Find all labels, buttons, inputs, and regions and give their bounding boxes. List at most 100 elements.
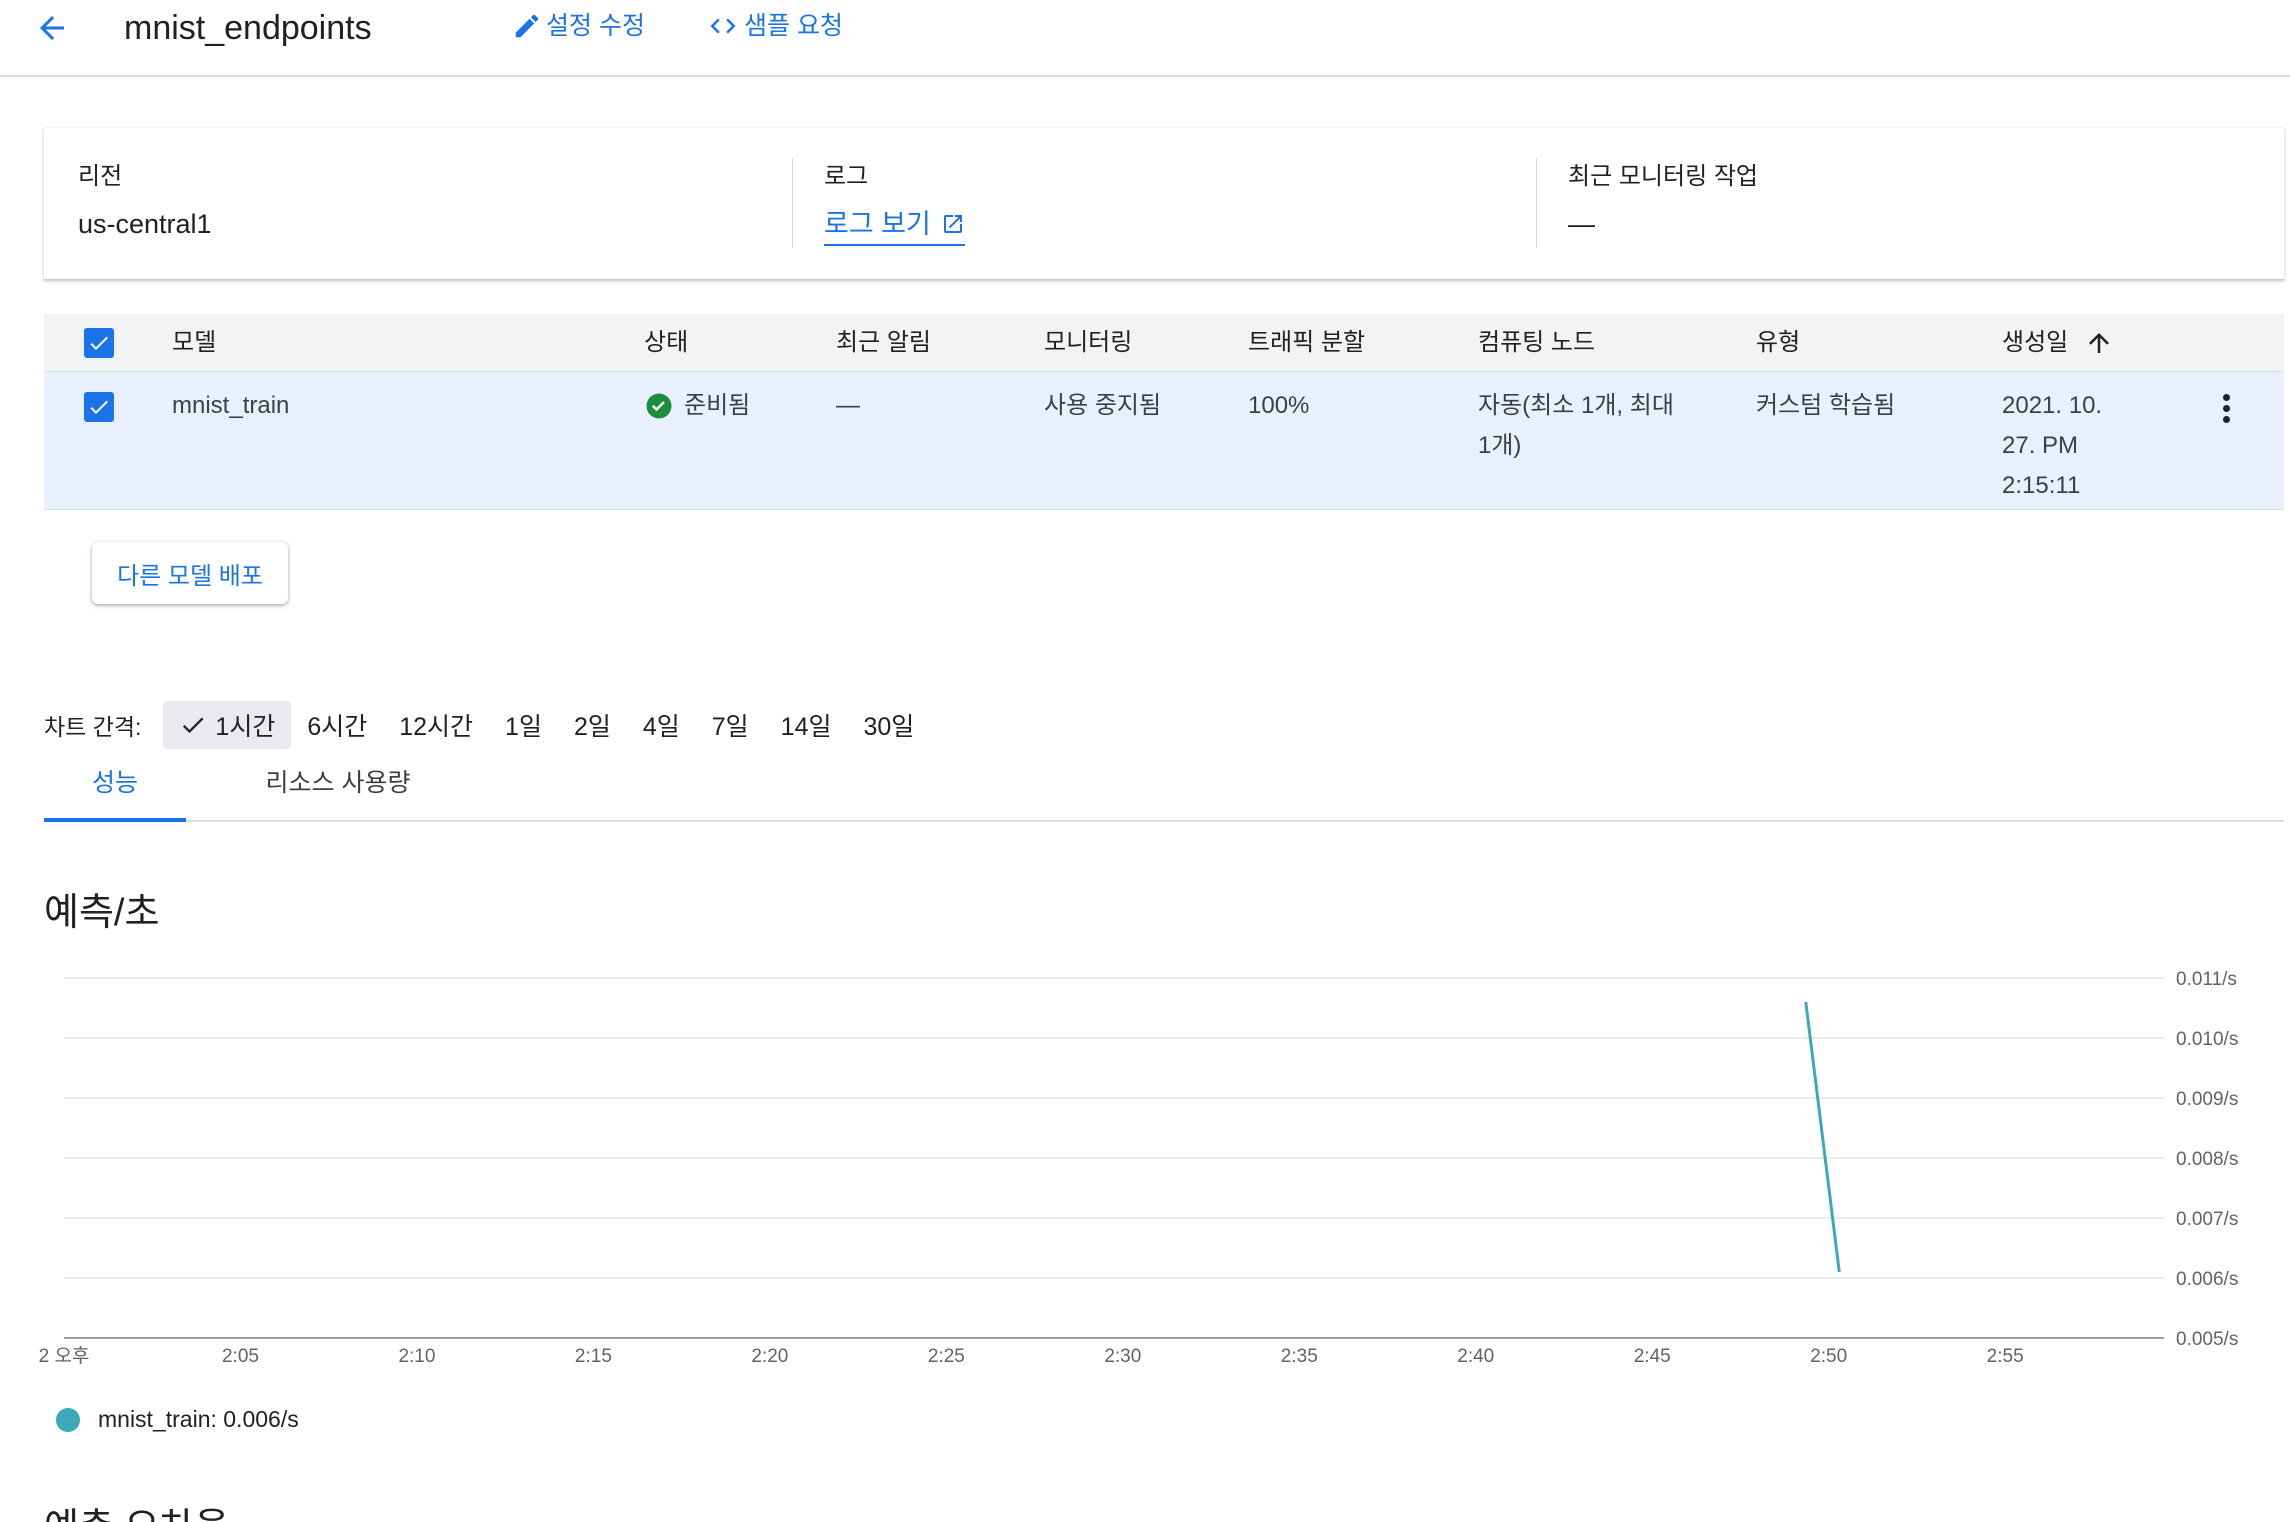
interval-option-1h[interactable]: 1시간 — [163, 701, 292, 749]
legend-series-entry: mnist_train: 0.006/s — [98, 1406, 299, 1433]
col-monitoring[interactable]: 모니터링 — [1044, 323, 1132, 363]
compute-nodes-line2: 1개) — [1478, 432, 1522, 459]
monitoring-info: 최근 모니터링 작업 — — [1568, 160, 1758, 244]
x-tick-label: 2:25 — [928, 1346, 965, 1367]
traffic-split: 100% — [1248, 392, 1310, 419]
y-tick-label: 0.008/s — [2176, 1149, 2238, 1170]
info-divider — [792, 158, 793, 248]
region-info: 리전 us-central1 — [78, 160, 212, 244]
log-label: 로그 — [824, 163, 869, 190]
x-tick-label: 2:30 — [1104, 1346, 1141, 1367]
select-all-checkbox[interactable] — [84, 328, 114, 358]
deploy-another-model-button[interactable]: 다른 모델 배포 — [92, 542, 288, 604]
pencil-icon — [515, 14, 539, 38]
edit-settings-label: 설정 수정 — [546, 12, 645, 40]
col-status[interactable]: 상태 — [644, 323, 688, 363]
back-button[interactable] — [30, 6, 74, 50]
table-header: 모델 상태 최근 알림 모니터링 트래픽 분할 컴퓨팅 노드 유형 생성일 — [44, 314, 2284, 372]
check-icon — [183, 717, 204, 734]
region-value: us-central1 — [78, 209, 212, 239]
compute-nodes-line1: 자동(최소 1개, 최대 — [1478, 392, 1674, 419]
model-type: 커스텀 학습됨 — [1756, 392, 1896, 419]
page-header: mnist_endpoints 설정 수정 샘플 요청 — [0, 0, 2290, 77]
created-date-line2: 27. PM — [2002, 432, 2079, 459]
interval-option-label: 1시간 — [215, 713, 276, 741]
x-tick-label: 2:50 — [1810, 1346, 1847, 1367]
created-date-line1: 2021. 10. — [2002, 392, 2103, 419]
external-link-icon — [943, 215, 962, 233]
col-created[interactable]: 생성일 — [2002, 323, 2114, 363]
view-logs-label: 로그 보기 — [824, 209, 931, 239]
status-badge: 준비됨 — [644, 386, 750, 426]
tab-performance[interactable]: 성능 — [44, 760, 186, 822]
x-tick-label: 2:05 — [222, 1346, 259, 1367]
deployed-models-table: 모델 상태 최근 알림 모니터링 트래픽 분할 컴퓨팅 노드 유형 생성일 mn… — [44, 314, 2284, 510]
prediction-error-rate-title: 예측 오차율 — [44, 1500, 229, 1522]
interval-option-7d[interactable]: 7일 — [696, 701, 765, 749]
edit-settings-button[interactable]: 설정 수정 — [512, 8, 645, 44]
monitoring-status: 사용 중지됨 — [1044, 392, 1162, 419]
check-icon — [90, 400, 108, 414]
interval-option-14d[interactable]: 14일 — [765, 701, 848, 749]
predictions-per-second-title: 예측/초 — [44, 892, 160, 934]
monitoring-value: — — [1568, 209, 1595, 239]
predictions-per-second-chart: 0.011/s 0.010/s 0.009/s 0.008/s 0.007/s 0.006… — [39, 969, 2239, 1367]
chart-interval-selector: 차트 간격: 1시간 6시간 12시간 1일 2일 4일 7일 14일 30일 — [44, 700, 930, 750]
interval-option-6h[interactable]: 6시간 — [291, 701, 383, 749]
arrow-back-icon — [40, 16, 64, 40]
monitoring-label: 최근 모니터링 작업 — [1568, 163, 1758, 190]
metrics-tabs: 성능 리소스 사용량 — [44, 760, 2284, 822]
col-type[interactable]: 유형 — [1756, 323, 1800, 363]
view-logs-link[interactable]: 로그 보기 — [824, 204, 965, 246]
chart-interval-label: 차트 간격: — [44, 714, 142, 740]
sort-ascending-icon — [2089, 333, 2110, 353]
series-line — [1804, 1001, 1841, 1273]
x-tick-label: 2:35 — [1281, 1346, 1318, 1367]
table-row[interactable]: mnist_train 준비됨 — 사용 중지됨 100% 자동(최소 1개, … — [44, 372, 2284, 510]
interval-option-4d[interactable]: 4일 — [627, 701, 696, 749]
legend-series-value: 0.006/s — [223, 1406, 299, 1432]
x-tick-label: 2:10 — [398, 1346, 435, 1367]
compute-nodes: 자동(최소 1개, 최대 1개) — [1478, 386, 1674, 466]
col-model[interactable]: 모델 — [172, 323, 216, 363]
created-date-line3: 2:15:11 — [2002, 472, 2081, 499]
x-tick-label: 2:40 — [1457, 1346, 1494, 1367]
legend-series-name: mnist_train — [98, 1406, 211, 1432]
y-tick-label: 0.006/s — [2176, 1269, 2238, 1290]
endpoint-page: mnist_endpoints 설정 수정 샘플 요청 리전 us-centra… — [0, 0, 2290, 1522]
interval-option-2d[interactable]: 2일 — [558, 701, 627, 749]
y-tick-label: 0.007/s — [2176, 1209, 2238, 1230]
x-tick-label: 2:55 — [1987, 1346, 2024, 1367]
status-text: 준비됨 — [684, 392, 751, 419]
endpoint-info-card: 리전 us-central1 로그 로그 보기 최근 모니터링 작업 — — [44, 128, 2284, 280]
info-divider — [1536, 158, 1537, 248]
y-tick-label: 0.009/s — [2176, 1089, 2238, 1110]
col-alert[interactable]: 최근 알림 — [836, 323, 931, 363]
y-tick-label: 0.010/s — [2176, 1029, 2238, 1050]
row-checkbox[interactable] — [84, 392, 114, 422]
page-title: mnist_endpoints — [124, 9, 372, 47]
interval-option-1d[interactable]: 1일 — [489, 701, 558, 749]
more-actions-icon[interactable] — [2208, 386, 2244, 430]
col-created-label: 생성일 — [2002, 329, 2069, 356]
col-traffic[interactable]: 트래픽 분할 — [1248, 323, 1365, 363]
sample-request-button[interactable]: 샘플 요청 — [706, 8, 843, 44]
sample-request-label: 샘플 요청 — [744, 12, 843, 40]
legend-separator: : — [210, 1406, 224, 1432]
region-label: 리전 — [78, 163, 123, 190]
col-compute[interactable]: 컴퓨팅 노드 — [1478, 323, 1595, 363]
code-icon — [710, 18, 736, 34]
log-info: 로그 로그 보기 — [824, 160, 965, 246]
chart-legend: mnist_train: 0.006/s — [56, 1406, 299, 1433]
interval-option-30d[interactable]: 30일 — [847, 701, 930, 749]
x-tick-label: 2 오후 — [39, 1345, 90, 1367]
alert-value: — — [836, 392, 860, 419]
created-date: 2021. 10. 27. PM 2:15:11 — [2002, 386, 2102, 506]
check-circle-icon — [646, 393, 672, 419]
tab-resource-usage[interactable]: 리소스 사용량 — [220, 760, 456, 822]
model-name[interactable]: mnist_train — [172, 386, 289, 426]
y-tick-label: 0.011/s — [2176, 969, 2237, 990]
x-tick-label: 2:15 — [575, 1346, 612, 1367]
interval-option-12h[interactable]: 12시간 — [383, 701, 489, 749]
check-icon — [90, 336, 108, 350]
